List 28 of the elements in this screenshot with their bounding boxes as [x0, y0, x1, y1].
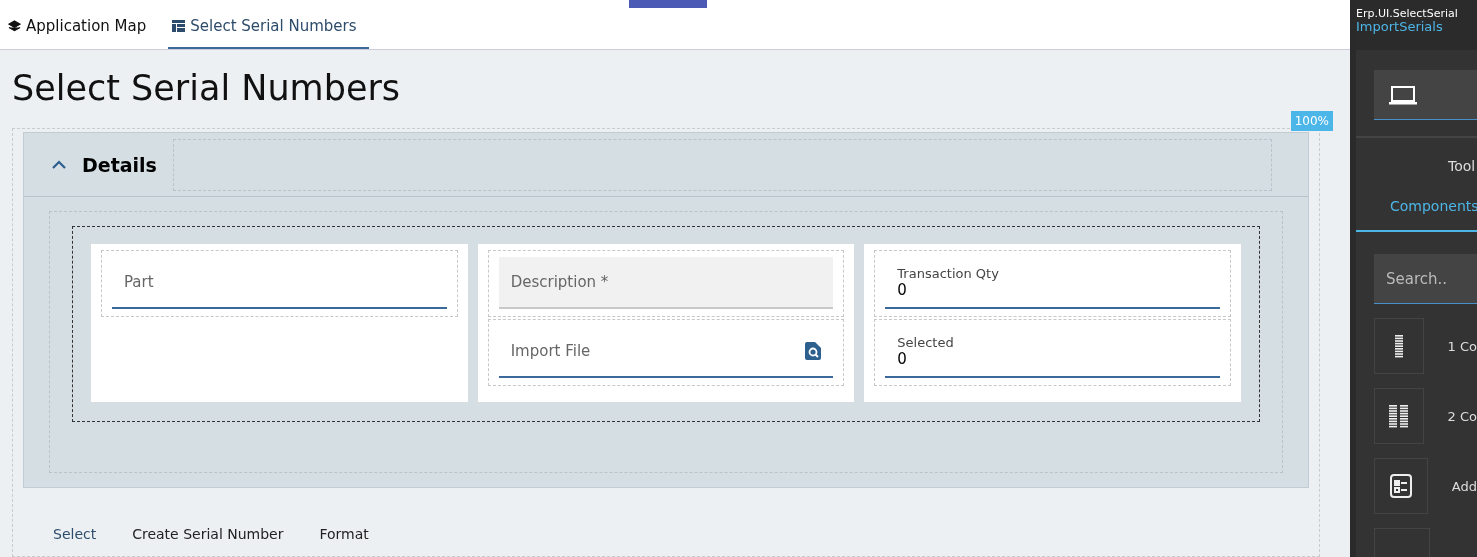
component-tile[interactable]	[1374, 388, 1424, 444]
component-label[interactable]: 2 Co	[1447, 408, 1477, 424]
side-tab[interactable]: Components	[1356, 188, 1477, 232]
component-label[interactable]: 1 Co	[1447, 338, 1477, 354]
bottom-tab[interactable]: Format	[319, 526, 369, 542]
search-field[interactable]: Search..	[1374, 254, 1477, 304]
laptop-icon[interactable]	[1388, 84, 1418, 105]
table-icon	[172, 20, 186, 32]
bottom-tab[interactable]: Create Serial Number	[132, 526, 284, 542]
nav-tab[interactable]: Select Serial Numbers	[168, 9, 369, 49]
component-path: Erp.UI.SelectSerial	[1356, 8, 1459, 19]
side-tab[interactable]: Tool	[1356, 136, 1477, 188]
description-input-field[interactable]: Description *	[498, 257, 834, 309]
file-search-icon[interactable]	[805, 342, 822, 360]
bottom-tab[interactable]: Select	[53, 526, 97, 542]
component-label[interactable]: Add	[1451, 478, 1477, 494]
form-icon	[1388, 473, 1413, 499]
layers-icon	[8, 19, 21, 33]
chevron-icon[interactable]	[52, 160, 66, 169]
nav-tab[interactable]: Application Map	[4, 9, 159, 49]
component-tile[interactable]	[1374, 318, 1424, 374]
zoom-badge: 100%	[1290, 111, 1333, 131]
single-column-icon	[1393, 333, 1404, 359]
page-title: Select Serial Numbers	[12, 68, 402, 108]
component-name: ImportSerials	[1356, 19, 1444, 34]
two-column-icon	[1387, 403, 1410, 429]
component-tile[interactable]	[1374, 458, 1428, 514]
panel-title: Details	[82, 153, 158, 176]
